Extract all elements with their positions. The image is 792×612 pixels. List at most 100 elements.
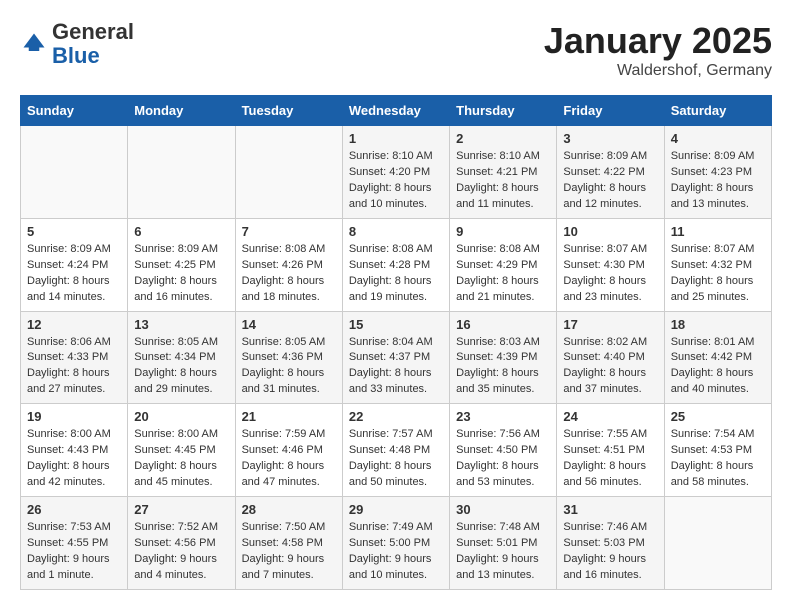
calendar-cell: 17Sunrise: 8:02 AM Sunset: 4:40 PM Dayli… [557,311,664,404]
calendar-body: 1 Sunrise: 8:10 AM Sunset: 4:20 PM Daylig… [21,126,772,590]
day-info: Sunrise: 8:09 AM Sunset: 4:24 PM Dayligh… [27,242,121,306]
day-number: 26 [27,502,121,517]
day-number: 22 [349,409,443,424]
day-info: Sunrise: 8:07 AM Sunset: 4:32 PM Dayligh… [671,242,765,306]
calendar-cell: 21 Sunrise: 7:59 AM Sunset: 4:46 PM Dayli… [235,404,342,497]
day-number: 6 [134,224,228,239]
calendar-week-row: 5 Sunrise: 8:09 AM Sunset: 4:24 PM Daylig… [21,218,772,311]
day-info: Sunrise: 8:01 AM Sunset: 4:42 PM Dayligh… [671,335,765,399]
weekday-header: Wednesday [342,96,449,126]
calendar-cell: 2 Sunrise: 8:10 AM Sunset: 4:21 PM Daylig… [450,126,557,219]
day-number: 13 [134,317,228,332]
calendar-cell: 9 Sunrise: 8:08 AM Sunset: 4:29 PM Daylig… [450,218,557,311]
calendar-header: SundayMondayTuesdayWednesdayThursdayFrid… [21,96,772,126]
day-info: Sunrise: 8:10 AM Sunset: 4:20 PM Dayligh… [349,149,443,213]
day-info: Sunrise: 7:54 AM Sunset: 4:53 PM Dayligh… [671,427,765,491]
weekday-header: Thursday [450,96,557,126]
calendar-cell: 14 Sunrise: 8:05 AM Sunset: 4:36 PM Dayli… [235,311,342,404]
day-number: 10 [563,224,657,239]
calendar-cell: 31 Sunrise: 7:46 AM Sunset: 5:03 PM Dayli… [557,497,664,590]
calendar-week-row: 1 Sunrise: 8:10 AM Sunset: 4:20 PM Daylig… [21,126,772,219]
day-info: Sunrise: 7:49 AM Sunset: 5:00 PM Dayligh… [349,520,443,584]
day-number: 12 [27,317,121,332]
day-info: Sunrise: 8:09 AM Sunset: 4:25 PM Dayligh… [134,242,228,306]
calendar-week-row: 26 Sunrise: 7:53 AM Sunset: 4:55 PM Dayli… [21,497,772,590]
day-number: 11 [671,224,765,239]
day-info: Sunrise: 7:46 AM Sunset: 5:03 PM Dayligh… [563,520,657,584]
calendar-cell: 16 Sunrise: 8:03 AM Sunset: 4:39 PM Dayli… [450,311,557,404]
day-number: 27 [134,502,228,517]
calendar-cell: 23 Sunrise: 7:56 AM Sunset: 4:50 PM Dayli… [450,404,557,497]
calendar-cell: 12Sunrise: 8:06 AM Sunset: 4:33 PM Dayli… [21,311,128,404]
calendar-cell: 3 Sunrise: 8:09 AM Sunset: 4:22 PM Daylig… [557,126,664,219]
calendar-cell: 24Sunrise: 7:55 AM Sunset: 4:51 PM Dayli… [557,404,664,497]
calendar-cell: 25Sunrise: 7:54 AM Sunset: 4:53 PM Dayli… [664,404,771,497]
calendar-cell: 8 Sunrise: 8:08 AM Sunset: 4:28 PM Daylig… [342,218,449,311]
day-number: 8 [349,224,443,239]
calendar-cell: 5 Sunrise: 8:09 AM Sunset: 4:24 PM Daylig… [21,218,128,311]
weekday-header: Sunday [21,96,128,126]
day-number: 21 [242,409,336,424]
calendar-cell [128,126,235,219]
day-number: 9 [456,224,550,239]
calendar-cell: 4Sunrise: 8:09 AM Sunset: 4:23 PM Daylig… [664,126,771,219]
day-info: Sunrise: 7:52 AM Sunset: 4:56 PM Dayligh… [134,520,228,584]
day-number: 14 [242,317,336,332]
page-header: General Blue January 2025 Waldershof, Ge… [20,20,772,80]
logo-blue: Blue [52,43,100,68]
day-info: Sunrise: 7:59 AM Sunset: 4:46 PM Dayligh… [242,427,336,491]
day-info: Sunrise: 7:48 AM Sunset: 5:01 PM Dayligh… [456,520,550,584]
day-number: 28 [242,502,336,517]
calendar-cell: 30 Sunrise: 7:48 AM Sunset: 5:01 PM Dayli… [450,497,557,590]
calendar-subtitle: Waldershof, Germany [544,62,772,80]
day-info: Sunrise: 8:04 AM Sunset: 4:37 PM Dayligh… [349,335,443,399]
day-info: Sunrise: 8:09 AM Sunset: 4:23 PM Dayligh… [671,149,765,213]
calendar-cell: 11 Sunrise: 8:07 AM Sunset: 4:32 PM Dayli… [664,218,771,311]
weekday-header: Friday [557,96,664,126]
weekday-header: Tuesday [235,96,342,126]
day-number: 20 [134,409,228,424]
day-info: Sunrise: 7:57 AM Sunset: 4:48 PM Dayligh… [349,427,443,491]
logo-icon [20,30,48,58]
calendar-cell [664,497,771,590]
calendar-cell [21,126,128,219]
day-number: 24 [563,409,657,424]
logo-text: General Blue [52,20,134,68]
day-info: Sunrise: 8:08 AM Sunset: 4:28 PM Dayligh… [349,242,443,306]
day-number: 30 [456,502,550,517]
day-number: 18 [671,317,765,332]
title-block: January 2025 Waldershof, Germany [544,20,772,80]
weekday-row: SundayMondayTuesdayWednesdayThursdayFrid… [21,96,772,126]
day-info: Sunrise: 8:05 AM Sunset: 4:36 PM Dayligh… [242,335,336,399]
day-info: Sunrise: 8:03 AM Sunset: 4:39 PM Dayligh… [456,335,550,399]
calendar-cell: 15Sunrise: 8:04 AM Sunset: 4:37 PM Dayli… [342,311,449,404]
weekday-header: Saturday [664,96,771,126]
day-number: 29 [349,502,443,517]
calendar-week-row: 12Sunrise: 8:06 AM Sunset: 4:33 PM Dayli… [21,311,772,404]
day-info: Sunrise: 7:53 AM Sunset: 4:55 PM Dayligh… [27,520,121,584]
calendar-title: January 2025 [544,20,772,62]
weekday-header: Monday [128,96,235,126]
day-info: Sunrise: 7:56 AM Sunset: 4:50 PM Dayligh… [456,427,550,491]
calendar-cell: 22 Sunrise: 7:57 AM Sunset: 4:48 PM Dayli… [342,404,449,497]
day-number: 31 [563,502,657,517]
day-number: 1 [349,131,443,146]
day-number: 16 [456,317,550,332]
calendar-cell [235,126,342,219]
day-number: 23 [456,409,550,424]
day-info: Sunrise: 8:10 AM Sunset: 4:21 PM Dayligh… [456,149,550,213]
day-info: Sunrise: 8:08 AM Sunset: 4:29 PM Dayligh… [456,242,550,306]
day-info: Sunrise: 8:09 AM Sunset: 4:22 PM Dayligh… [563,149,657,213]
day-number: 19 [27,409,121,424]
calendar-cell: 29 Sunrise: 7:49 AM Sunset: 5:00 PM Dayli… [342,497,449,590]
day-info: Sunrise: 8:08 AM Sunset: 4:26 PM Dayligh… [242,242,336,306]
day-number: 3 [563,131,657,146]
day-number: 2 [456,131,550,146]
calendar-cell: 18 Sunrise: 8:01 AM Sunset: 4:42 PM Dayli… [664,311,771,404]
day-info: Sunrise: 8:05 AM Sunset: 4:34 PM Dayligh… [134,335,228,399]
day-number: 5 [27,224,121,239]
day-info: Sunrise: 8:00 AM Sunset: 4:43 PM Dayligh… [27,427,121,491]
calendar-cell: 7Sunrise: 8:08 AM Sunset: 4:26 PM Daylig… [235,218,342,311]
calendar-cell: 26 Sunrise: 7:53 AM Sunset: 4:55 PM Dayli… [21,497,128,590]
calendar-cell: 20Sunrise: 8:00 AM Sunset: 4:45 PM Dayli… [128,404,235,497]
